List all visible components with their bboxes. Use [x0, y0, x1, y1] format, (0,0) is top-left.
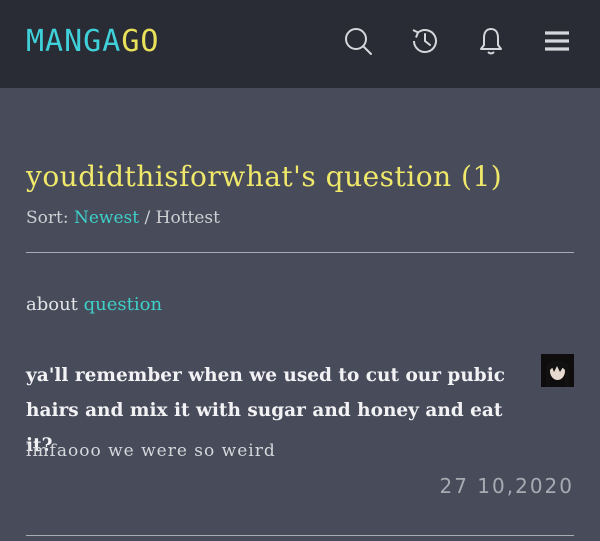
logo-text-manga: MANGA: [26, 24, 122, 59]
avatar[interactable]: [541, 354, 574, 387]
divider: [26, 535, 574, 536]
page-title: youdidthisforwhat's question (1): [26, 160, 503, 193]
about-line: about question: [26, 294, 162, 315]
top-navigation-bar: MANGAGO: [0, 0, 600, 88]
divider: [26, 252, 574, 253]
bell-icon[interactable]: [474, 24, 508, 58]
post-body: lmfaooo we were so weird: [26, 441, 276, 461]
search-icon[interactable]: [341, 24, 375, 58]
mangago-logo[interactable]: MANGAGO: [26, 24, 159, 59]
menu-icon[interactable]: [540, 24, 574, 58]
sort-controls: Sort: Newest / Hottest: [26, 208, 220, 228]
history-icon[interactable]: [408, 24, 442, 58]
sort-option-hottest[interactable]: Hottest: [156, 208, 220, 228]
sort-separator: /: [144, 208, 151, 228]
about-question-link[interactable]: question: [84, 294, 162, 315]
logo-text-go: GO: [121, 24, 160, 59]
about-label: about: [26, 294, 78, 315]
sort-label: Sort:: [26, 208, 69, 228]
post-date: 27 10,2020: [439, 474, 574, 498]
sort-option-newest[interactable]: Newest: [74, 208, 139, 228]
